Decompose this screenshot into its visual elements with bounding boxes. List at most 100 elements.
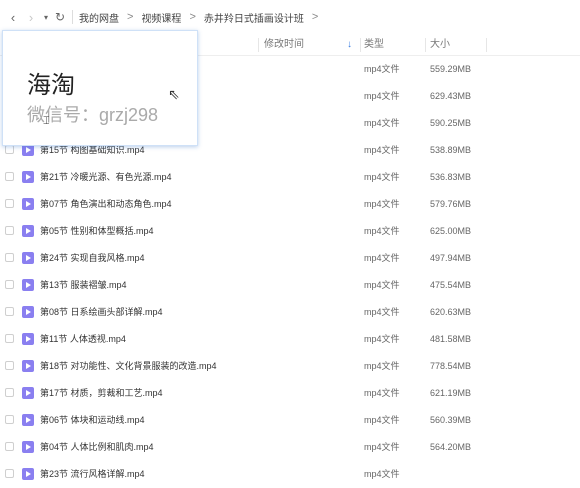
column-divider — [486, 38, 487, 52]
column-divider — [258, 38, 259, 52]
row-checkbox[interactable] — [5, 145, 14, 154]
file-row[interactable]: 第13节 服装褶皱.mp4 mp4文件 475.54MB — [0, 272, 575, 299]
file-row[interactable]: 第11节 人体透视.mp4 mp4文件 481.58MB — [0, 326, 575, 353]
file-row[interactable]: 第04节 人体比例和肌肉.mp4 mp4文件 564.20MB — [0, 434, 575, 461]
video-file-icon — [22, 468, 34, 480]
file-size: 559.29MB — [430, 64, 472, 74]
breadcrumb-separator: > — [311, 11, 319, 23]
breadcrumb-separator: > — [189, 11, 196, 23]
file-type: mp4文件 — [364, 172, 400, 182]
mouse-pointer-icon: ⇖ — [168, 86, 180, 102]
file-size: 629.43MB — [430, 91, 472, 101]
breadcrumb-separator: > — [127, 11, 134, 23]
file-name[interactable]: 第13节 服装褶皱.mp4 — [40, 272, 127, 299]
video-file-icon — [22, 333, 34, 345]
file-name[interactable]: 第07节 角色演出和动态角色.mp4 — [40, 191, 172, 218]
breadcrumb-item[interactable]: 我的网盘 — [79, 10, 119, 25]
file-name[interactable]: 第24节 实现自我风格.mp4 — [40, 245, 145, 272]
file-size: 497.94MB — [430, 253, 472, 263]
file-type: mp4文件 — [364, 280, 400, 290]
file-type: mp4文件 — [364, 253, 400, 263]
row-checkbox[interactable] — [5, 226, 14, 235]
video-file-icon — [22, 198, 34, 210]
file-size: 625.00MB — [430, 226, 472, 236]
row-checkbox[interactable] — [5, 172, 14, 181]
row-checkbox[interactable] — [5, 307, 14, 316]
row-checkbox[interactable] — [5, 415, 14, 424]
file-size: 560.39MB — [430, 415, 472, 425]
chevron-right-icon[interactable]: › — [22, 10, 40, 25]
file-row[interactable]: 第08节 日系绘画头部详解.mp4 mp4文件 620.63MB — [0, 299, 575, 326]
file-size: 579.76MB — [430, 199, 472, 209]
file-type: mp4文件 — [364, 199, 400, 209]
file-type: mp4文件 — [364, 118, 400, 128]
file-size: 590.25MB — [430, 118, 472, 128]
file-row[interactable]: 第24节 实现自我风格.mp4 mp4文件 497.94MB — [0, 245, 575, 272]
file-name[interactable]: 第18节 对功能性、文化背景服装的改造.mp4 — [40, 353, 217, 380]
file-size: 620.63MB — [430, 307, 472, 317]
file-size: 536.83MB — [430, 172, 472, 182]
file-type: mp4文件 — [364, 334, 400, 344]
text-cursor-icon: ⌶ — [43, 115, 50, 127]
row-checkbox[interactable] — [5, 361, 14, 370]
video-file-icon — [22, 414, 34, 426]
file-row[interactable]: 第17节 材质，剪裁和工艺.mp4 mp4文件 621.19MB — [0, 380, 575, 407]
file-size: 564.20MB — [430, 442, 472, 452]
video-file-icon — [22, 252, 34, 264]
video-file-icon — [22, 306, 34, 318]
file-row[interactable]: 第07节 角色演出和动态角色.mp4 mp4文件 579.76MB — [0, 191, 575, 218]
file-type: mp4文件 — [364, 91, 400, 101]
file-name[interactable]: 第04节 人体比例和肌肉.mp4 — [40, 434, 154, 461]
navigation-toolbar: ‹ › ▾ ↻ 我的网盘 > 视频课程 > 赤井羚日式插画设计班 > — [0, 0, 580, 34]
video-file-icon — [22, 360, 34, 372]
video-file-icon — [22, 441, 34, 453]
file-row[interactable]: 第05节 性别和体型概括.mp4 mp4文件 625.00MB — [0, 218, 575, 245]
file-type: mp4文件 — [364, 388, 400, 398]
file-row[interactable]: 第18节 对功能性、文化背景服装的改造.mp4 mp4文件 778.54MB — [0, 353, 575, 380]
file-name[interactable]: 第06节 体块和运动线.mp4 — [40, 407, 145, 434]
video-file-icon — [22, 171, 34, 183]
file-size: 778.54MB — [430, 361, 472, 371]
contact-popup: 海淘 微信号：grzj298 ⌶ ⇖ — [2, 30, 198, 146]
file-name[interactable]: 第21节 冷暖光源、有色光源.mp4 — [40, 164, 172, 191]
file-size: 538.89MB — [430, 145, 472, 155]
breadcrumb-item[interactable]: 视频课程 — [141, 10, 181, 25]
video-file-icon — [22, 387, 34, 399]
row-checkbox[interactable] — [5, 280, 14, 289]
row-checkbox[interactable] — [5, 199, 14, 208]
column-modified-time[interactable]: 修改时间 — [264, 34, 304, 56]
file-type: mp4文件 — [364, 361, 400, 371]
file-type: mp4文件 — [364, 307, 400, 317]
chevron-left-icon[interactable]: ‹ — [4, 10, 22, 25]
file-size: 621.19MB — [430, 388, 472, 398]
row-checkbox[interactable] — [5, 388, 14, 397]
row-checkbox[interactable] — [5, 253, 14, 262]
file-size: 475.54MB — [430, 280, 472, 290]
caret-down-icon[interactable]: ▾ — [40, 13, 52, 22]
file-row[interactable]: 第23节 流行风格详解.mp4 mp4文件 — [0, 461, 575, 488]
sort-down-icon[interactable]: ↓ — [347, 34, 352, 56]
file-name[interactable]: 第23节 流行风格详解.mp4 — [40, 461, 145, 488]
column-divider — [425, 38, 426, 52]
row-checkbox[interactable] — [5, 469, 14, 478]
file-type: mp4文件 — [364, 226, 400, 236]
file-name[interactable]: 第05节 性别和体型概括.mp4 — [40, 218, 154, 245]
column-type[interactable]: 类型 — [364, 34, 384, 56]
file-size: 481.58MB — [430, 334, 472, 344]
file-row[interactable]: 第06节 体块和运动线.mp4 mp4文件 560.39MB — [0, 407, 575, 434]
row-checkbox[interactable] — [5, 442, 14, 451]
file-name[interactable]: 第11节 人体透视.mp4 — [40, 326, 126, 353]
file-name[interactable]: 第17节 材质，剪裁和工艺.mp4 — [40, 380, 163, 407]
file-type: mp4文件 — [364, 415, 400, 425]
column-size[interactable]: 大小 — [430, 34, 450, 56]
toolbar-divider — [72, 10, 73, 24]
file-type: mp4文件 — [364, 64, 400, 74]
file-name[interactable]: 第08节 日系绘画头部详解.mp4 — [40, 299, 163, 326]
video-file-icon — [22, 225, 34, 237]
file-type: mp4文件 — [364, 442, 400, 452]
refresh-icon[interactable]: ↻ — [52, 10, 68, 24]
breadcrumb-item[interactable]: 赤井羚日式插画设计班 — [204, 10, 304, 25]
file-row[interactable]: 第21节 冷暖光源、有色光源.mp4 mp4文件 536.83MB — [0, 164, 575, 191]
file-type: mp4文件 — [364, 145, 400, 155]
row-checkbox[interactable] — [5, 334, 14, 343]
